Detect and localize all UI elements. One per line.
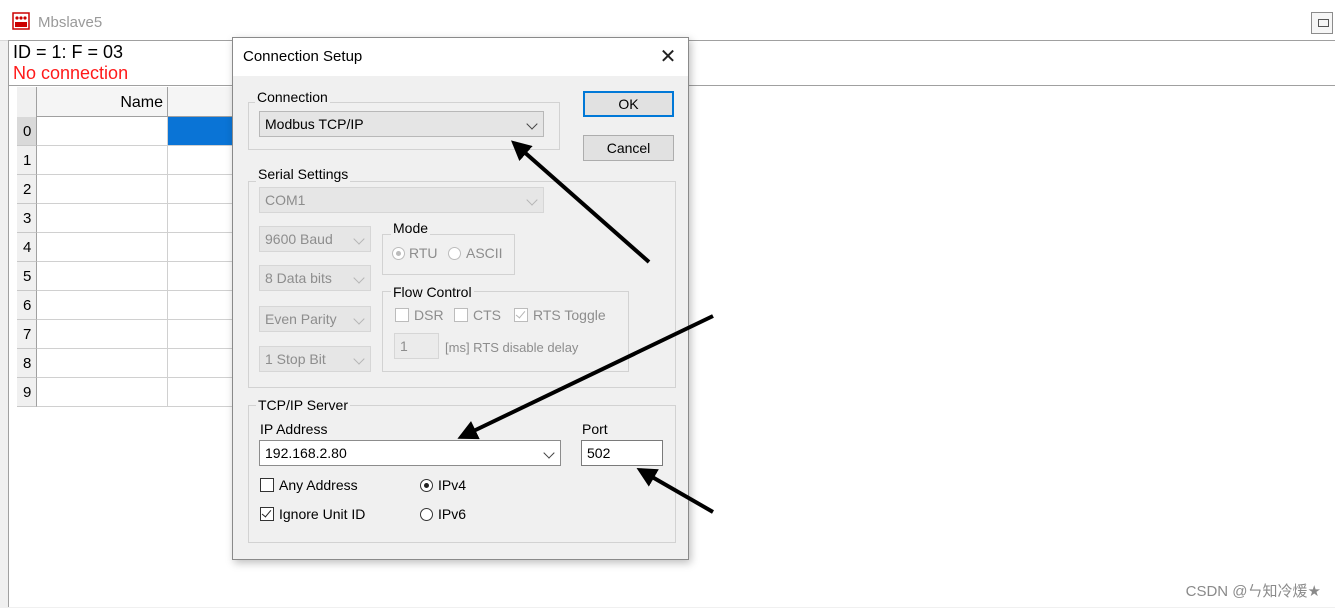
ip-address-label: IP Address	[260, 421, 328, 437]
any-address-label: Any Address	[279, 477, 358, 493]
value-cell[interactable]	[168, 146, 238, 175]
name-cell[interactable]	[37, 262, 168, 291]
row-header[interactable]: 0	[17, 117, 37, 146]
dialog-title: Connection Setup	[243, 48, 363, 65]
value-cell[interactable]	[168, 378, 238, 407]
row-header[interactable]: 5	[17, 262, 37, 291]
cts-checkbox[interactable]	[454, 308, 468, 322]
watermark: CSDN @ㄣ知冷煖★	[1185, 583, 1321, 600]
grid-corner	[17, 87, 37, 118]
ipv6-radio[interactable]	[420, 508, 433, 521]
rts-toggle-checkbox[interactable]	[514, 308, 528, 322]
app-icon	[12, 12, 30, 30]
ip-address-combobox[interactable]: 192.168.2.80	[259, 440, 561, 466]
row-header[interactable]: 3	[17, 204, 37, 233]
row-header[interactable]: 6	[17, 291, 37, 320]
chevron-down-icon	[353, 272, 365, 284]
stop-bit-select[interactable]: 1 Stop Bit	[259, 346, 371, 372]
row-header[interactable]: 4	[17, 233, 37, 262]
ipv4-radio[interactable]	[420, 479, 433, 492]
chevron-down-icon	[353, 313, 365, 325]
dsr-label: DSR	[414, 307, 444, 323]
chevron-down-icon	[526, 194, 538, 206]
column-header-name[interactable]: Name	[37, 87, 168, 117]
any-address-checkbox[interactable]	[260, 478, 274, 492]
parity-select[interactable]: Even Parity	[259, 306, 371, 332]
tcp-server-label: TCP/IP Server	[256, 397, 350, 413]
mode-rtu-label: RTU	[409, 245, 438, 261]
chevron-down-icon	[353, 353, 365, 365]
data-bits-select[interactable]: 8 Data bits	[259, 265, 371, 291]
name-cell[interactable]	[37, 378, 168, 407]
cancel-button[interactable]: Cancel	[583, 135, 674, 161]
mode-ascii-radio[interactable]	[448, 247, 461, 260]
value-cell[interactable]	[168, 233, 238, 262]
serial-port-value: COM1	[265, 192, 306, 208]
parity-value: Even Parity	[265, 311, 337, 327]
ipv4-label: IPv4	[438, 477, 467, 493]
port-input[interactable]: 502	[581, 440, 663, 466]
flow-control-label: Flow Control	[391, 284, 474, 300]
connection-group-label: Connection	[255, 89, 330, 105]
cts-label: CTS	[473, 307, 501, 323]
ignore-unit-id-checkbox[interactable]	[260, 507, 274, 521]
connection-type-value: Modbus TCP/IP	[265, 116, 364, 132]
stop-bit-value: 1 Stop Bit	[265, 351, 326, 367]
main-titlebar: Mbslave5	[0, 0, 1335, 41]
chevron-down-icon	[526, 118, 538, 130]
data-bits-value: 8 Data bits	[265, 270, 332, 286]
value-cell[interactable]	[168, 262, 238, 291]
chevron-down-icon	[353, 233, 365, 245]
chevron-down-icon	[543, 447, 555, 459]
rts-delay-input[interactable]: 1	[394, 333, 439, 359]
rts-delay-label: [ms] RTS disable delay	[445, 340, 579, 355]
value-cell[interactable]	[168, 175, 238, 204]
row-header[interactable]: 1	[17, 146, 37, 175]
name-cell[interactable]	[37, 291, 168, 320]
name-cell[interactable]	[37, 349, 168, 378]
name-cell[interactable]	[37, 117, 168, 146]
rts-toggle-label: RTS Toggle	[533, 307, 606, 323]
serial-settings-label: Serial Settings	[256, 166, 351, 182]
window-title: Mbslave5	[38, 14, 103, 31]
name-cell[interactable]	[37, 175, 168, 204]
ipv6-label: IPv6	[438, 506, 467, 522]
mode-label: Mode	[391, 220, 431, 236]
ignore-unit-id-label: Ignore Unit ID	[279, 506, 366, 522]
name-cell[interactable]	[37, 320, 168, 349]
baud-rate-select[interactable]: 9600 Baud	[259, 226, 371, 252]
restore-button[interactable]	[1311, 12, 1333, 34]
row-header[interactable]: 9	[17, 378, 37, 407]
name-cell[interactable]	[37, 146, 168, 175]
name-cell[interactable]	[37, 233, 168, 262]
mode-rtu-radio[interactable]	[392, 247, 405, 260]
port-label: Port	[582, 421, 608, 437]
close-icon[interactable]: ✕	[657, 46, 679, 68]
connection-status: No connection	[13, 63, 129, 83]
name-cell[interactable]	[37, 204, 168, 233]
ok-button[interactable]: OK	[583, 91, 674, 117]
connection-type-select[interactable]: Modbus TCP/IP	[259, 111, 544, 137]
serial-port-select[interactable]: COM1	[259, 187, 544, 213]
column-header-value[interactable]	[168, 87, 238, 117]
dialog-titlebar: Connection Setup ✕	[233, 38, 688, 76]
row-header[interactable]: 2	[17, 175, 37, 204]
selected-value-cell[interactable]	[168, 117, 238, 146]
value-cell[interactable]	[168, 349, 238, 378]
row-header[interactable]: 8	[17, 349, 37, 378]
mode-ascii-label: ASCII	[466, 245, 503, 261]
value-cell[interactable]	[168, 320, 238, 349]
dsr-checkbox[interactable]	[395, 308, 409, 322]
slave-id-function-label: ID = 1: F = 03	[13, 42, 124, 62]
row-header[interactable]: 7	[17, 320, 37, 349]
ip-address-value: 192.168.2.80	[265, 445, 347, 461]
value-cell[interactable]	[168, 204, 238, 233]
value-cell[interactable]	[168, 291, 238, 320]
baud-rate-value: 9600 Baud	[265, 231, 333, 247]
connection-setup-dialog: Connection Setup ✕ Connection Modbus TCP…	[232, 37, 689, 560]
flow-control-group	[382, 291, 629, 372]
